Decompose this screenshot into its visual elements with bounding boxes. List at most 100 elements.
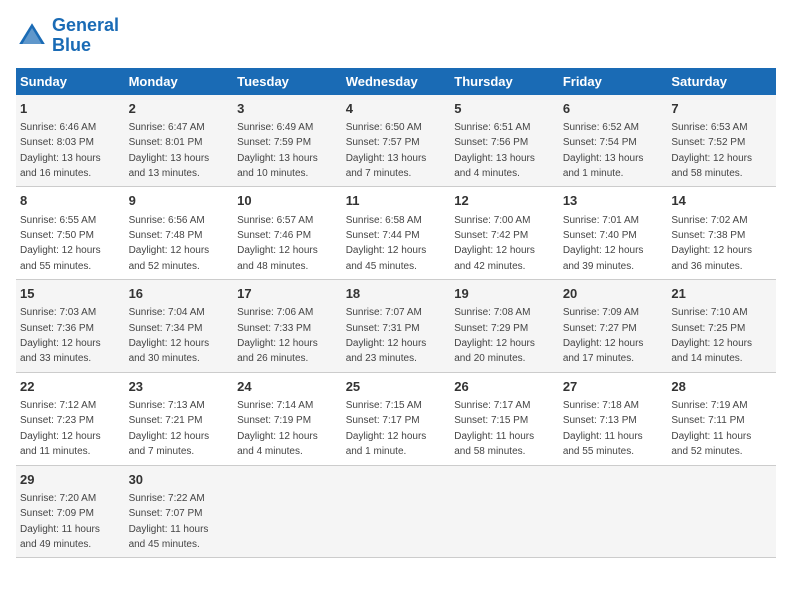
day-cell: 28Sunrise: 7:19 AM Sunset: 7:11 PM Dayli… xyxy=(667,372,776,465)
day-cell: 2 Sunrise: 6:47 AM Sunset: 8:01 PM Daylig… xyxy=(125,95,234,187)
day-cell: 20 Sunrise: 7:09 AM Sunset: 7:27 PM Dayli… xyxy=(559,280,668,373)
day-cell: 12Sunrise: 7:00 AM Sunset: 7:42 PM Dayli… xyxy=(450,187,559,280)
day-cell: 9Sunrise: 6:56 AM Sunset: 7:48 PM Daylig… xyxy=(125,187,234,280)
header-sunday: Sunday xyxy=(16,68,125,95)
day-info: Sunrise: 7:14 AM Sunset: 7:19 PM Dayligh… xyxy=(237,400,318,457)
day-info: Sunrise: 7:01 AM Sunset: 7:40 PM Dayligh… xyxy=(563,215,644,272)
day-number: 22 xyxy=(20,378,121,396)
header-monday: Monday xyxy=(125,68,234,95)
day-number: 5 xyxy=(454,100,555,118)
day-info: Sunrise: 6:51 AM Sunset: 7:56 PM Dayligh… xyxy=(454,122,535,179)
day-number: 17 xyxy=(237,285,338,303)
day-info: Sunrise: 7:22 AM Sunset: 7:07 PM Dayligh… xyxy=(129,493,209,550)
day-number: 18 xyxy=(346,285,447,303)
day-info: Sunrise: 7:07 AM Sunset: 7:31 PM Dayligh… xyxy=(346,307,427,364)
week-row-4: 22 Sunrise: 7:12 AM Sunset: 7:23 PM Dayli… xyxy=(16,372,776,465)
day-cell: 22 Sunrise: 7:12 AM Sunset: 7:23 PM Dayli… xyxy=(16,372,125,465)
day-number: 20 xyxy=(563,285,664,303)
day-info: Sunrise: 6:56 AM Sunset: 7:48 PM Dayligh… xyxy=(129,215,210,272)
header-row: SundayMondayTuesdayWednesdayThursdayFrid… xyxy=(16,68,776,95)
day-cell: 15 Sunrise: 7:03 AM Sunset: 7:36 PM Dayli… xyxy=(16,280,125,373)
day-cell: 29 Sunrise: 7:20 AM Sunset: 7:09 PM Dayli… xyxy=(16,465,125,558)
header-wednesday: Wednesday xyxy=(342,68,451,95)
day-info: Sunrise: 6:52 AM Sunset: 7:54 PM Dayligh… xyxy=(563,122,644,179)
week-row-5: 29 Sunrise: 7:20 AM Sunset: 7:09 PM Dayli… xyxy=(16,465,776,558)
day-number: 15 xyxy=(20,285,121,303)
day-number: 8 xyxy=(20,192,121,210)
day-cell: 1 Sunrise: 6:46 AM Sunset: 8:03 PM Daylig… xyxy=(16,95,125,187)
day-info: Sunrise: 7:19 AM Sunset: 7:11 PM Dayligh… xyxy=(671,400,751,457)
day-number: 3 xyxy=(237,100,338,118)
day-cell: 11Sunrise: 6:58 AM Sunset: 7:44 PM Dayli… xyxy=(342,187,451,280)
day-cell: 8 Sunrise: 6:55 AM Sunset: 7:50 PM Daylig… xyxy=(16,187,125,280)
day-info: Sunrise: 7:02 AM Sunset: 7:38 PM Dayligh… xyxy=(671,215,752,272)
day-number: 24 xyxy=(237,378,338,396)
header-friday: Friday xyxy=(559,68,668,95)
day-number: 2 xyxy=(129,100,230,118)
day-info: Sunrise: 7:13 AM Sunset: 7:21 PM Dayligh… xyxy=(129,400,210,457)
day-info: Sunrise: 7:18 AM Sunset: 7:13 PM Dayligh… xyxy=(563,400,643,457)
day-cell: 18 Sunrise: 7:07 AM Sunset: 7:31 PM Dayli… xyxy=(342,280,451,373)
day-cell: 10 Sunrise: 6:57 AM Sunset: 7:46 PM Dayli… xyxy=(233,187,342,280)
day-number: 27 xyxy=(563,378,664,396)
day-info: Sunrise: 6:49 AM Sunset: 7:59 PM Dayligh… xyxy=(237,122,318,179)
day-cell: 14 Sunrise: 7:02 AM Sunset: 7:38 PM Dayli… xyxy=(667,187,776,280)
day-cell xyxy=(233,465,342,558)
day-info: Sunrise: 7:15 AM Sunset: 7:17 PM Dayligh… xyxy=(346,400,427,457)
day-cell: 21 Sunrise: 7:10 AM Sunset: 7:25 PM Dayli… xyxy=(667,280,776,373)
day-cell xyxy=(559,465,668,558)
day-cell: 30 Sunrise: 7:22 AM Sunset: 7:07 PM Dayli… xyxy=(125,465,234,558)
day-cell xyxy=(667,465,776,558)
day-cell: 7 Sunrise: 6:53 AM Sunset: 7:52 PM Daylig… xyxy=(667,95,776,187)
day-cell: 6Sunrise: 6:52 AM Sunset: 7:54 PM Daylig… xyxy=(559,95,668,187)
day-info: Sunrise: 7:08 AM Sunset: 7:29 PM Dayligh… xyxy=(454,307,535,364)
day-cell: 26 Sunrise: 7:17 AM Sunset: 7:15 PM Dayli… xyxy=(450,372,559,465)
day-number: 14 xyxy=(671,192,772,210)
header-thursday: Thursday xyxy=(450,68,559,95)
day-number: 16 xyxy=(129,285,230,303)
week-row-3: 15 Sunrise: 7:03 AM Sunset: 7:36 PM Dayli… xyxy=(16,280,776,373)
page-header: General Blue xyxy=(16,16,776,56)
day-cell: 4 Sunrise: 6:50 AM Sunset: 7:57 PM Daylig… xyxy=(342,95,451,187)
day-info: Sunrise: 6:57 AM Sunset: 7:46 PM Dayligh… xyxy=(237,215,318,272)
day-number: 10 xyxy=(237,192,338,210)
calendar-table: SundayMondayTuesdayWednesdayThursdayFrid… xyxy=(16,68,776,559)
day-info: Sunrise: 7:09 AM Sunset: 7:27 PM Dayligh… xyxy=(563,307,644,364)
day-cell: 3 Sunrise: 6:49 AM Sunset: 7:59 PM Daylig… xyxy=(233,95,342,187)
day-number: 7 xyxy=(671,100,772,118)
day-info: Sunrise: 7:00 AM Sunset: 7:42 PM Dayligh… xyxy=(454,215,535,272)
header-tuesday: Tuesday xyxy=(233,68,342,95)
day-number: 19 xyxy=(454,285,555,303)
day-cell: 16Sunrise: 7:04 AM Sunset: 7:34 PM Dayli… xyxy=(125,280,234,373)
day-info: Sunrise: 7:17 AM Sunset: 7:15 PM Dayligh… xyxy=(454,400,534,457)
day-info: Sunrise: 7:10 AM Sunset: 7:25 PM Dayligh… xyxy=(671,307,752,364)
day-cell: 25 Sunrise: 7:15 AM Sunset: 7:17 PM Dayli… xyxy=(342,372,451,465)
day-number: 1 xyxy=(20,100,121,118)
day-cell: 5 Sunrise: 6:51 AM Sunset: 7:56 PM Daylig… xyxy=(450,95,559,187)
day-info: Sunrise: 7:12 AM Sunset: 7:23 PM Dayligh… xyxy=(20,400,101,457)
day-number: 23 xyxy=(129,378,230,396)
logo: General Blue xyxy=(16,16,119,56)
day-number: 21 xyxy=(671,285,772,303)
day-info: Sunrise: 6:46 AM Sunset: 8:03 PM Dayligh… xyxy=(20,122,101,179)
day-cell: 24 Sunrise: 7:14 AM Sunset: 7:19 PM Dayli… xyxy=(233,372,342,465)
day-cell: 17 Sunrise: 7:06 AM Sunset: 7:33 PM Dayli… xyxy=(233,280,342,373)
week-row-2: 8 Sunrise: 6:55 AM Sunset: 7:50 PM Daylig… xyxy=(16,187,776,280)
day-info: Sunrise: 7:20 AM Sunset: 7:09 PM Dayligh… xyxy=(20,493,100,550)
day-info: Sunrise: 6:47 AM Sunset: 8:01 PM Dayligh… xyxy=(129,122,210,179)
day-info: Sunrise: 6:50 AM Sunset: 7:57 PM Dayligh… xyxy=(346,122,427,179)
day-info: Sunrise: 6:53 AM Sunset: 7:52 PM Dayligh… xyxy=(671,122,752,179)
day-number: 30 xyxy=(129,471,230,489)
week-row-1: 1 Sunrise: 6:46 AM Sunset: 8:03 PM Daylig… xyxy=(16,95,776,187)
header-saturday: Saturday xyxy=(667,68,776,95)
day-info: Sunrise: 6:55 AM Sunset: 7:50 PM Dayligh… xyxy=(20,215,101,272)
day-number: 29 xyxy=(20,471,121,489)
day-number: 26 xyxy=(454,378,555,396)
day-number: 25 xyxy=(346,378,447,396)
day-number: 4 xyxy=(346,100,447,118)
day-info: Sunrise: 7:03 AM Sunset: 7:36 PM Dayligh… xyxy=(20,307,101,364)
day-cell: 19 Sunrise: 7:08 AM Sunset: 7:29 PM Dayli… xyxy=(450,280,559,373)
day-number: 11 xyxy=(346,192,447,210)
logo-text: General Blue xyxy=(52,16,119,56)
day-info: Sunrise: 7:06 AM Sunset: 7:33 PM Dayligh… xyxy=(237,307,318,364)
